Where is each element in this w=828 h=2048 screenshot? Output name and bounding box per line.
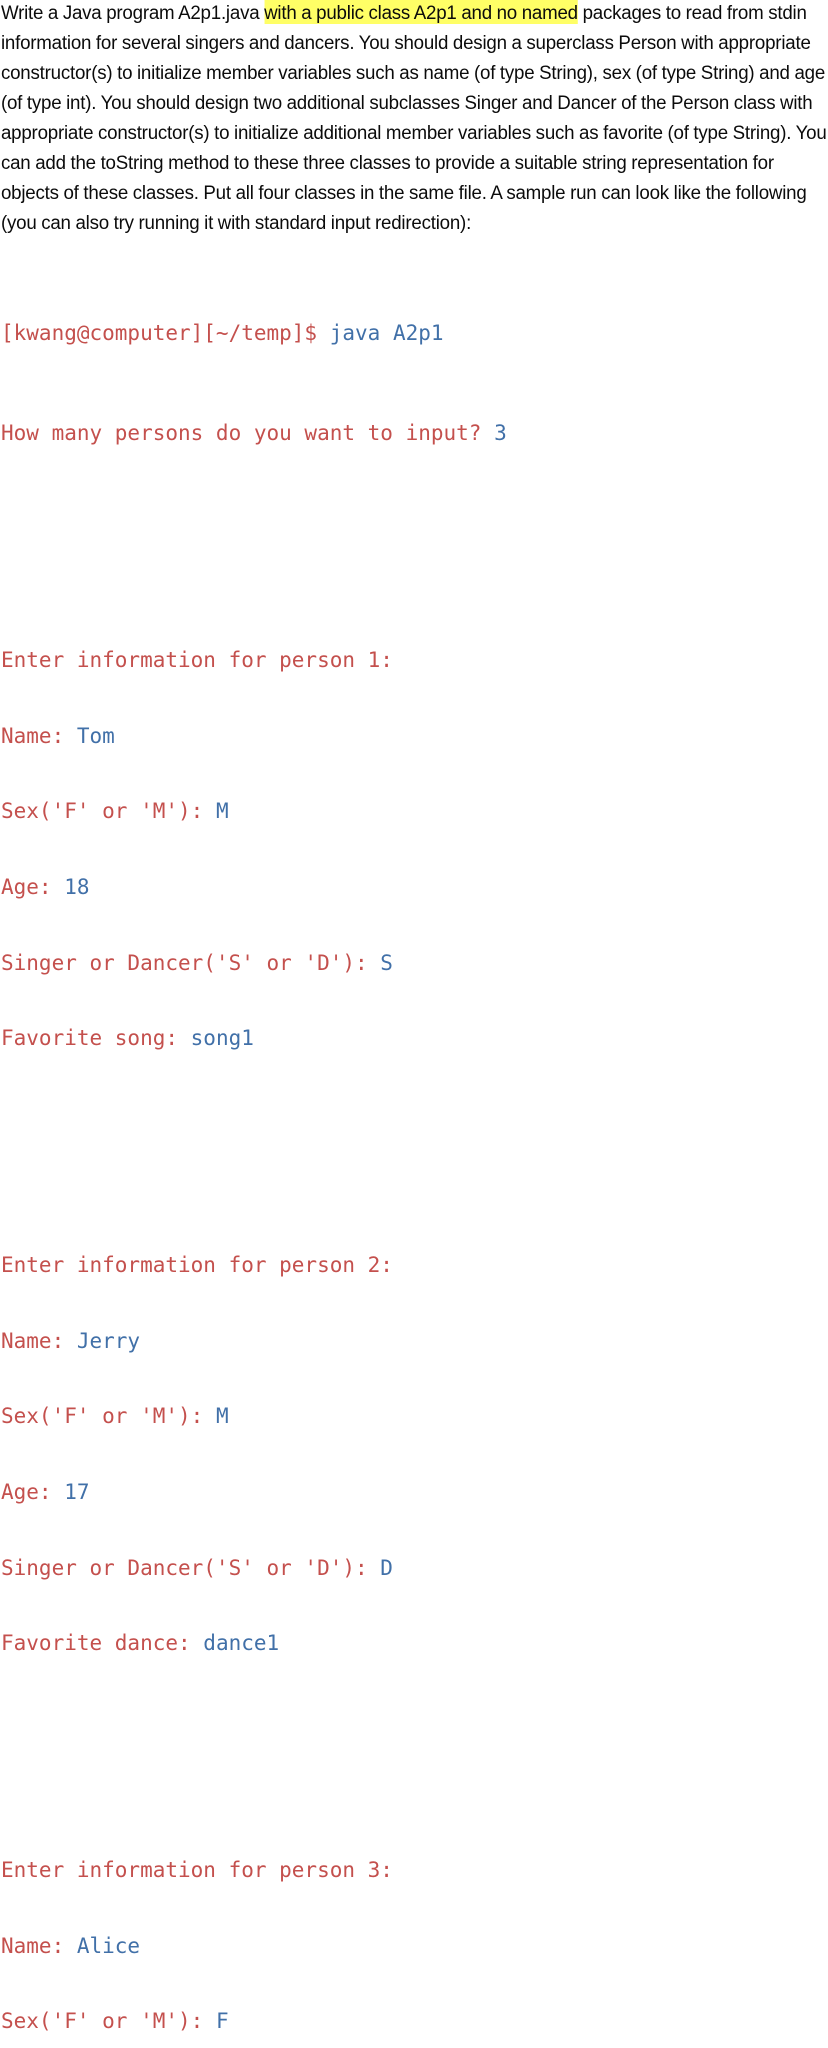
count-prompt-value: 3 (494, 421, 507, 446)
age-label: Age: (1, 875, 65, 900)
console-spacer-2 (1, 1127, 828, 1152)
person-1-name-value: Tom (76, 723, 115, 748)
sex-label: Sex('F' or 'M'): (1, 1404, 216, 1429)
age-label: Age: (1, 1479, 65, 1504)
person-1-favorite-value: song1 (190, 1026, 254, 1051)
person-3-name-value: Alice (76, 1933, 141, 1958)
description-text-after-highlight: packages to read from stdin information … (0, 2, 827, 234)
person-1-header: Enter information for person 1: (1, 648, 393, 673)
person-2-age-value: 17 (64, 1479, 90, 1504)
person-2-age-line: Age: 17 (1, 1480, 828, 1505)
shell-prompt: [kwang@computer][~/temp]$ (1, 320, 330, 345)
person-1-sex-line: Sex('F' or 'M'): M (1, 799, 828, 824)
person-3-header: Enter information for person 3: (1, 1857, 393, 1882)
person-2-type-value: D (380, 1555, 393, 1580)
person-2-sex-line: Sex('F' or 'M'): M (1, 1404, 828, 1429)
console-spacer-3 (1, 1732, 828, 1757)
name-label: Name: (1, 1328, 77, 1353)
person-2-favorite-line: Favorite dance: dance1 (1, 1631, 828, 1656)
person-1-name-line: Name: Tom (1, 724, 828, 749)
person-2-name-line: Name: Jerry (1, 1329, 828, 1354)
person-1-age-line: Age: 18 (1, 875, 828, 900)
console-command-line: [kwang@computer][~/temp]$ java A2p1 (1, 321, 828, 346)
person-1-type-value: S (380, 950, 393, 975)
person-1-type-line: Singer or Dancer('S' or 'D'): S (1, 951, 828, 976)
console-spacer-1 (1, 522, 828, 547)
person-1-sex-value: M (215, 799, 229, 824)
count-prompt-label: How many persons do you want to input? (1, 421, 495, 446)
person-3-name-line: Name: Alice (1, 1934, 828, 1959)
description-text-before-highlight: Write a Java program A2p1.java (0, 2, 265, 24)
assignment-description: Write a Java program A2p1.java with a pu… (0, 0, 828, 238)
person-3-sex-value: F (215, 2009, 229, 2034)
person-2-favorite-value: dance1 (203, 1631, 280, 1656)
shell-command: java A2p1 (329, 320, 444, 345)
favorite-song-label: Favorite song: (1, 1026, 191, 1051)
person-2-type-line: Singer or Dancer('S' or 'D'): D (1, 1556, 828, 1581)
assignment-page: Write a Java program A2p1.java with a pu… (0, 0, 828, 2033)
console-transcript: [kwang@computer][~/temp]$ java A2p1 How … (0, 245, 828, 2048)
name-label: Name: (1, 1933, 77, 1958)
console-count-prompt-line: How many persons do you want to input? 3 (1, 421, 828, 446)
person-2-sex-value: M (215, 1404, 229, 1429)
person-1-favorite-line: Favorite song: song1 (1, 1026, 828, 1051)
person-3-sex-line: Sex('F' or 'M'): F (1, 2009, 828, 2034)
sex-label: Sex('F' or 'M'): (1, 799, 216, 824)
person-2-name-value: Jerry (76, 1328, 141, 1353)
highlighted-phrase: with a public class A2p1 and no named (264, 2, 578, 24)
person-1-age-value: 18 (64, 875, 90, 900)
type-label: Singer or Dancer('S' or 'D'): (1, 1555, 381, 1580)
person-2-header: Enter information for person 2: (1, 1253, 393, 1278)
sex-label: Sex('F' or 'M'): (1, 2009, 216, 2034)
type-label: Singer or Dancer('S' or 'D'): (1, 950, 381, 975)
name-label: Name: (1, 723, 77, 748)
favorite-dance-label: Favorite dance: (1, 1631, 204, 1656)
